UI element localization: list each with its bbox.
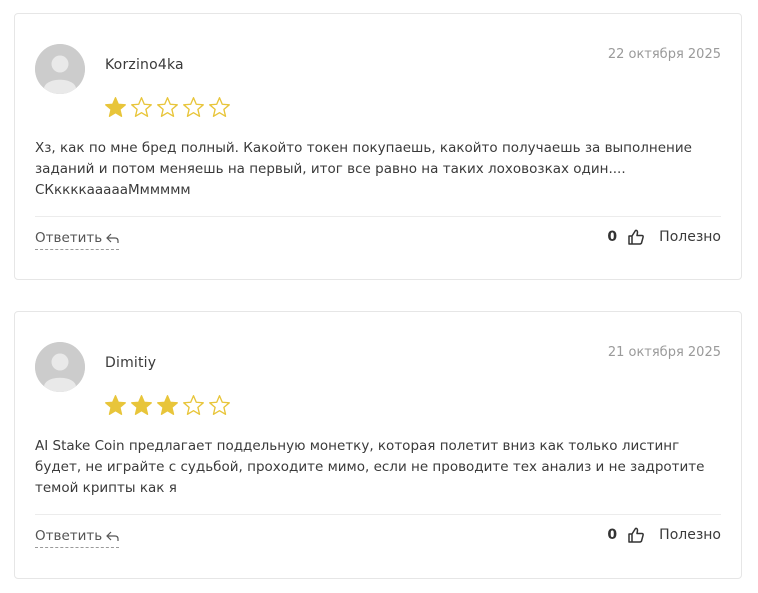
- useful-button[interactable]: Полезно: [659, 229, 721, 245]
- review-date: 21 октября 2025: [607, 345, 721, 360]
- star-empty-icon: [157, 97, 178, 117]
- review-text: Хз, как по мне бред полный. Какойто токе…: [35, 140, 692, 198]
- star-empty-icon: [209, 97, 230, 117]
- review-text: AI Stake Coin предлагает поддельную моне…: [35, 438, 705, 496]
- user-avatar-icon: [35, 44, 85, 94]
- reply-label: Ответить: [35, 230, 103, 246]
- divider: [35, 216, 721, 217]
- vote-block: 0 Полезно: [607, 526, 721, 544]
- useful-button[interactable]: Полезно: [659, 527, 721, 543]
- rating-stars: [104, 394, 231, 417]
- thumbs-up-icon[interactable]: [627, 228, 659, 246]
- vote-block: 0 Полезно: [607, 228, 721, 246]
- review-author: Dimitiy: [105, 355, 157, 371]
- thumbs-up-icon[interactable]: [627, 526, 659, 544]
- star-empty-icon: [131, 97, 152, 117]
- star-filled-icon: [105, 395, 126, 415]
- reply-arrow-icon: [106, 233, 119, 244]
- review-date: 22 октября 2025: [607, 47, 721, 62]
- like-count: 0: [607, 229, 618, 245]
- star-filled-icon: [131, 395, 152, 415]
- star-empty-icon: [183, 395, 204, 415]
- reply-button[interactable]: Ответить: [35, 528, 120, 548]
- rating-stars: [104, 96, 231, 119]
- divider: [35, 514, 721, 515]
- star-empty-icon: [209, 395, 230, 415]
- review-author: Korzino4ka: [105, 57, 184, 73]
- like-count: 0: [607, 527, 618, 543]
- review-card: Korzino4ka 22 октября 2025 Хз, как по мн…: [14, 13, 742, 280]
- reply-button[interactable]: Ответить: [35, 230, 120, 250]
- reply-arrow-icon: [106, 531, 119, 542]
- user-avatar-icon: [35, 342, 85, 392]
- review-card: Dimitiy 21 октября 2025 AI Stake Coin пр…: [14, 311, 742, 579]
- star-empty-icon: [183, 97, 204, 117]
- star-filled-icon: [105, 97, 126, 117]
- reply-label: Ответить: [35, 528, 103, 544]
- star-filled-icon: [157, 395, 178, 415]
